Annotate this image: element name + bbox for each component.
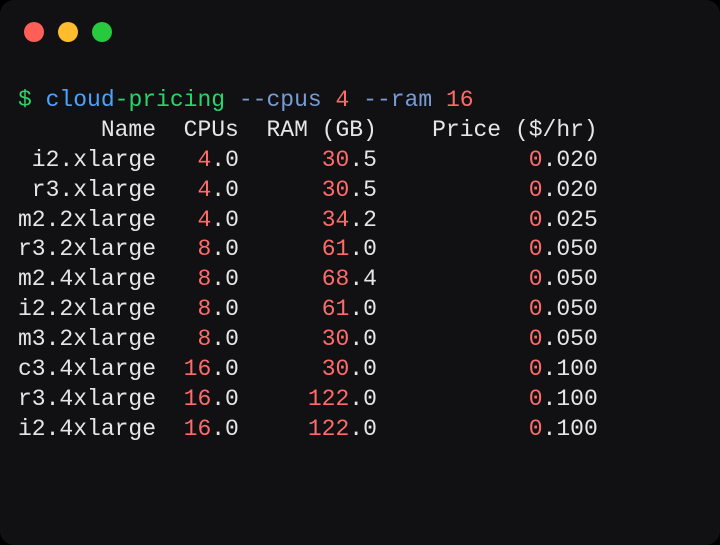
cell-ram: 68.4 <box>322 266 377 292</box>
window-traffic-lights <box>24 22 112 42</box>
command-flag: --cpus <box>239 87 322 113</box>
cell-cpus: 16.0 <box>184 416 239 442</box>
table-row: i2.xlarge 4.0 30.5 0.020 <box>18 146 702 176</box>
cell-ram: 61.0 <box>322 236 377 262</box>
cell-name: r3.2xlarge <box>18 236 156 262</box>
cell-price: 0.050 <box>529 236 598 262</box>
col-header-cpus: CPUs <box>156 117 239 143</box>
window-minimize-button[interactable] <box>58 22 78 42</box>
cell-name: m2.2xlarge <box>18 207 156 233</box>
cell-name: i2.2xlarge <box>18 296 156 322</box>
table-row: c3.4xlarge 16.0 30.0 0.100 <box>18 355 702 385</box>
cell-cpus: 8.0 <box>197 296 238 322</box>
cell-price: 0.100 <box>529 386 598 412</box>
table-row: r3.4xlarge 16.0 122.0 0.100 <box>18 385 702 415</box>
table-row: m3.2xlarge 8.0 30.0 0.050 <box>18 325 702 355</box>
prompt-line[interactable]: $ cloud-pricing --cpus 4 --ram 16 <box>18 86 702 116</box>
col-header-name: Name <box>18 117 156 143</box>
table-row: m2.4xlarge 8.0 68.4 0.050 <box>18 265 702 295</box>
cell-ram: 30.0 <box>322 356 377 382</box>
cell-price: 0.100 <box>529 356 598 382</box>
command-arg-value: 16 <box>446 87 474 113</box>
command-arg-value: 4 <box>336 87 350 113</box>
cell-name: r3.xlarge <box>18 177 156 203</box>
col-header-ram: RAM (GB) <box>239 117 377 143</box>
cell-ram: 34.2 <box>322 207 377 233</box>
table-row: m2.2xlarge 4.0 34.2 0.025 <box>18 206 702 236</box>
cell-price: 0.050 <box>529 266 598 292</box>
cell-name: r3.4xlarge <box>18 386 156 412</box>
cell-ram: 122.0 <box>308 416 377 442</box>
terminal-output: $ cloud-pricing --cpus 4 --ram 16 Name C… <box>18 86 702 445</box>
window-close-button[interactable] <box>24 22 44 42</box>
cell-cpus: 8.0 <box>197 266 238 292</box>
table-row: r3.xlarge 4.0 30.5 0.020 <box>18 176 702 206</box>
cell-name: m2.4xlarge <box>18 266 156 292</box>
cell-ram: 30.5 <box>322 147 377 173</box>
cell-name: i2.xlarge <box>18 147 156 173</box>
cell-price: 0.050 <box>529 326 598 352</box>
table-row: i2.2xlarge 8.0 61.0 0.050 <box>18 295 702 325</box>
cell-ram: 30.0 <box>322 326 377 352</box>
cell-price: 0.100 <box>529 416 598 442</box>
terminal-window: $ cloud-pricing --cpus 4 --ram 16 Name C… <box>0 0 720 545</box>
cell-ram: 61.0 <box>322 296 377 322</box>
table-row: r3.2xlarge 8.0 61.0 0.050 <box>18 235 702 265</box>
cell-price: 0.020 <box>529 177 598 203</box>
cell-ram: 30.5 <box>322 177 377 203</box>
table-row: i2.4xlarge 16.0 122.0 0.100 <box>18 415 702 445</box>
command-flag: --ram <box>363 87 432 113</box>
cell-ram: 122.0 <box>308 386 377 412</box>
cell-price: 0.020 <box>529 147 598 173</box>
table-header-row: Name CPUs RAM (GB) Price ($/hr) <box>18 116 702 146</box>
cell-name: i2.4xlarge <box>18 416 156 442</box>
command-name: cloud-pricing <box>46 87 225 113</box>
cell-name: c3.4xlarge <box>18 356 156 382</box>
cell-cpus: 4.0 <box>197 177 238 203</box>
cell-cpus: 8.0 <box>197 236 238 262</box>
cell-cpus: 8.0 <box>197 326 238 352</box>
prompt-symbol: $ <box>18 87 32 113</box>
cell-name: m3.2xlarge <box>18 326 156 352</box>
cell-cpus: 4.0 <box>197 147 238 173</box>
cell-cpus: 16.0 <box>184 386 239 412</box>
cell-price: 0.050 <box>529 296 598 322</box>
window-zoom-button[interactable] <box>92 22 112 42</box>
cell-price: 0.025 <box>529 207 598 233</box>
col-header-price: Price ($/hr) <box>377 117 598 143</box>
cell-cpus: 4.0 <box>197 207 238 233</box>
cell-cpus: 16.0 <box>184 356 239 382</box>
